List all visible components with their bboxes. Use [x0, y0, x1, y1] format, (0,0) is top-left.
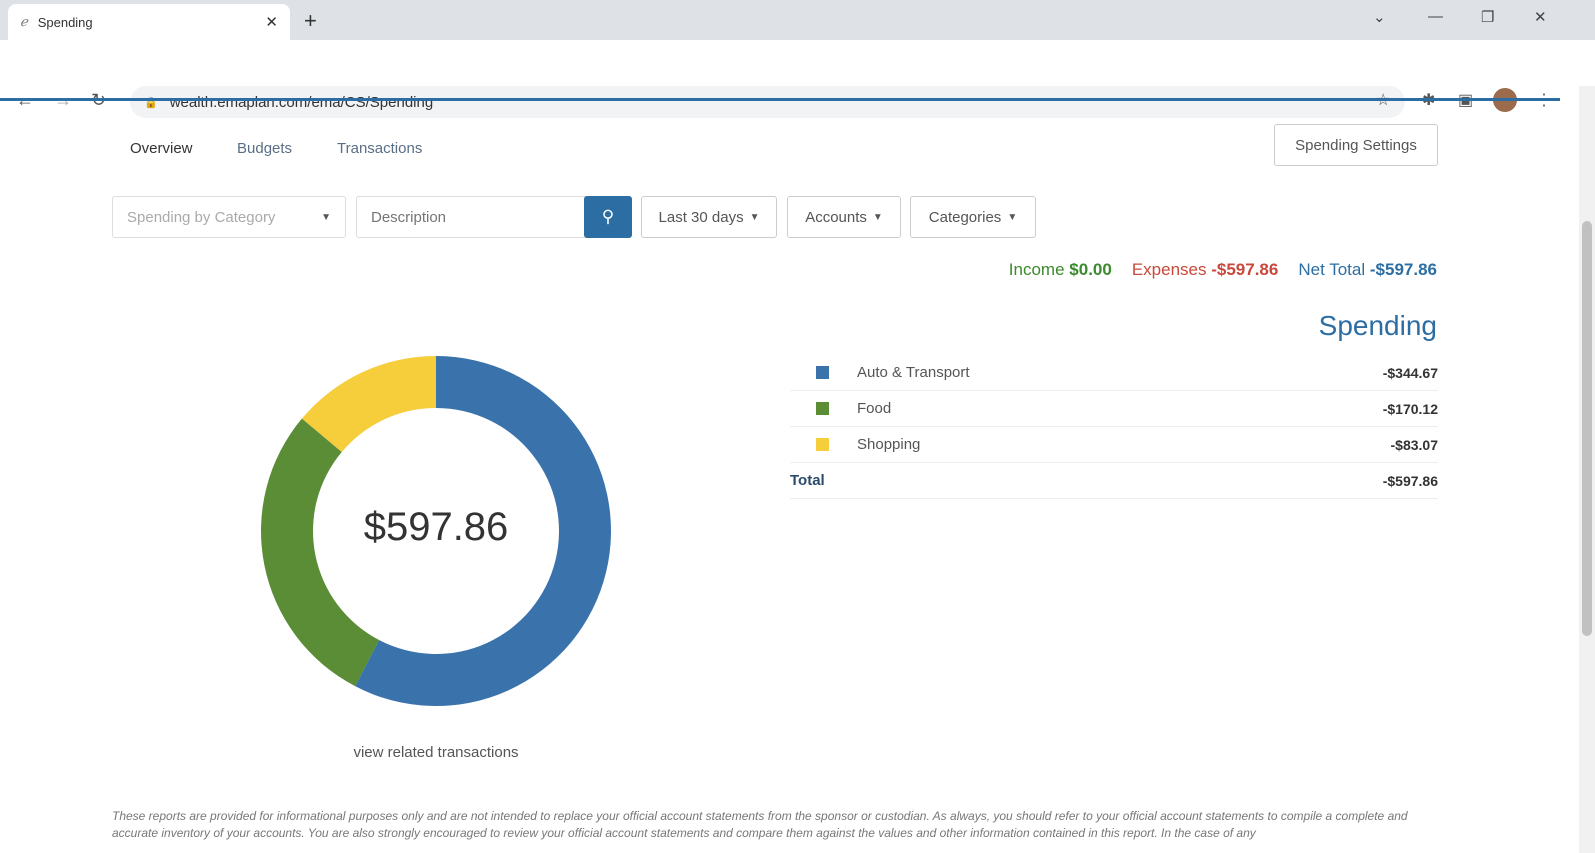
- donut-center-total: $597.86: [363, 505, 509, 549]
- total-label: Total: [790, 472, 825, 489]
- donut-slice-food[interactable]: [260, 418, 380, 687]
- legend-value: -$83.07: [1390, 436, 1438, 453]
- income-value: $0.00: [1069, 260, 1112, 279]
- site-favicon-icon: ℯ: [20, 14, 28, 29]
- categories-dropdown[interactable]: Categories ▼: [910, 196, 1036, 238]
- accounts-label: Accounts: [805, 208, 867, 226]
- legend-name: Shopping: [857, 436, 921, 453]
- browser-tab-bar: ℯ Spending ✕ + ⌄ — ❐ ✕: [0, 0, 1595, 40]
- address-bar-area: ← → ↻ 🔒 wealth.emaplan.com/ema/CS/Spendi…: [0, 40, 1595, 118]
- legend-value: -$344.67: [1382, 364, 1438, 381]
- tab-title: Spending: [37, 14, 93, 30]
- tab-search-icon[interactable]: ⌄: [1373, 8, 1386, 26]
- tab-budgets[interactable]: Budgets: [237, 140, 292, 157]
- chevron-down-icon: ▼: [872, 211, 883, 223]
- browser-tab[interactable]: ℯ Spending ✕: [8, 4, 290, 40]
- legend-swatch: [816, 366, 829, 379]
- legend-swatch: [816, 402, 829, 415]
- legend-row[interactable]: Shopping -$83.07: [790, 427, 1438, 463]
- income-label: Income: [1008, 260, 1065, 279]
- chevron-down-icon: ▼: [1007, 211, 1018, 223]
- scrollbar-thumb[interactable]: [1582, 221, 1592, 636]
- scrollbar[interactable]: [1579, 86, 1595, 853]
- tab-overview[interactable]: Overview: [130, 140, 193, 157]
- net-total-value: -$597.86: [1369, 260, 1437, 279]
- tab-transactions[interactable]: Transactions: [337, 140, 422, 157]
- legend-name: Auto & Transport: [857, 364, 970, 381]
- categories-label: Categories: [928, 208, 1002, 226]
- close-window-icon[interactable]: ✕: [1534, 8, 1547, 26]
- accounts-dropdown[interactable]: Accounts ▼: [787, 196, 901, 238]
- spending-title: Spending: [1318, 310, 1437, 341]
- url-input[interactable]: 🔒 wealth.emaplan.com/ema/CS/Spending: [130, 86, 1405, 118]
- legend-swatch: [816, 438, 829, 451]
- chevron-down-icon: ▼: [321, 211, 331, 223]
- disclaimer-text: These reports are provided for informati…: [112, 809, 1408, 840]
- legend-name: Food: [857, 400, 892, 417]
- restore-icon[interactable]: ❐: [1481, 8, 1494, 26]
- spending-legend: Auto & Transport -$344.67 Food -$170.12 Sh…: [790, 355, 1438, 499]
- legend-value: -$170.12: [1382, 400, 1438, 417]
- search-icon: ⚲: [601, 207, 615, 226]
- expenses-value: -$597.86: [1211, 260, 1279, 279]
- legend-total-row: Total -$597.86: [790, 463, 1438, 499]
- new-tab-icon[interactable]: +: [304, 8, 317, 34]
- view-related-transactions-link[interactable]: view related transactions: [286, 744, 586, 761]
- minimize-icon[interactable]: —: [1428, 8, 1443, 25]
- spending-settings-button[interactable]: Spending Settings: [1274, 124, 1438, 166]
- view-select[interactable]: Spending by Category ▼: [112, 196, 346, 238]
- header-divider: [0, 98, 1560, 101]
- view-select-value: Spending by Category: [127, 208, 276, 226]
- url-text: wealth.emaplan.com/ema/CS/Spending: [169, 93, 434, 111]
- summary-totals: Income $0.00 Expenses -$597.86 Net Total…: [1009, 260, 1437, 280]
- net-total-label: Net Total: [1298, 260, 1366, 279]
- date-range-label: Last 30 days: [658, 208, 744, 226]
- total-value: -$597.86: [1382, 472, 1438, 489]
- chevron-down-icon: ▼: [749, 211, 760, 223]
- legend-row[interactable]: Food -$170.12: [790, 391, 1438, 427]
- expenses-label: Expenses: [1131, 260, 1207, 279]
- legend-row[interactable]: Auto & Transport -$344.67: [790, 355, 1438, 391]
- description-input[interactable]: [356, 196, 586, 238]
- date-range-dropdown[interactable]: Last 30 days ▼: [641, 196, 777, 238]
- close-tab-icon[interactable]: ✕: [265, 13, 278, 31]
- search-button[interactable]: ⚲: [584, 196, 632, 238]
